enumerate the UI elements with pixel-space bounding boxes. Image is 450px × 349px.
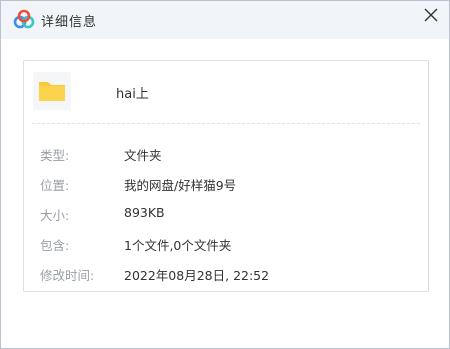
file-name: hai上 bbox=[116, 87, 149, 102]
divider bbox=[32, 123, 420, 124]
file-info-card: hai上 类型: 文件夹 位置: 我的网盘/好样猫9号 大小: 893KB 包含… bbox=[23, 60, 429, 292]
dialog-title: 详细信息 bbox=[41, 15, 98, 30]
contains-value: 1个文件,0个文件夹 bbox=[124, 238, 232, 253]
location-value: 我的网盘/好样猫9号 bbox=[124, 178, 237, 193]
details-dialog: 详细信息 hai上 类型: 文件夹 位置: 我的网盘/好样猫9号 大小: 893… bbox=[0, 0, 450, 349]
close-icon[interactable] bbox=[422, 6, 440, 24]
type-label: 类型: bbox=[40, 148, 70, 163]
size-label: 大小: bbox=[40, 208, 70, 223]
modified-label: 修改时间: bbox=[40, 268, 95, 283]
location-label: 位置: bbox=[40, 178, 70, 193]
folder-icon bbox=[39, 82, 65, 101]
baidu-netdisk-logo-icon bbox=[13, 9, 35, 29]
type-value: 文件夹 bbox=[124, 148, 162, 163]
size-value: 893KB bbox=[124, 205, 165, 220]
title-bar: 详细信息 bbox=[1, 1, 449, 39]
contains-label: 包含: bbox=[40, 238, 70, 253]
modified-value: 2022年08月28日, 22:52 bbox=[124, 268, 270, 283]
file-icon-container bbox=[33, 72, 71, 110]
